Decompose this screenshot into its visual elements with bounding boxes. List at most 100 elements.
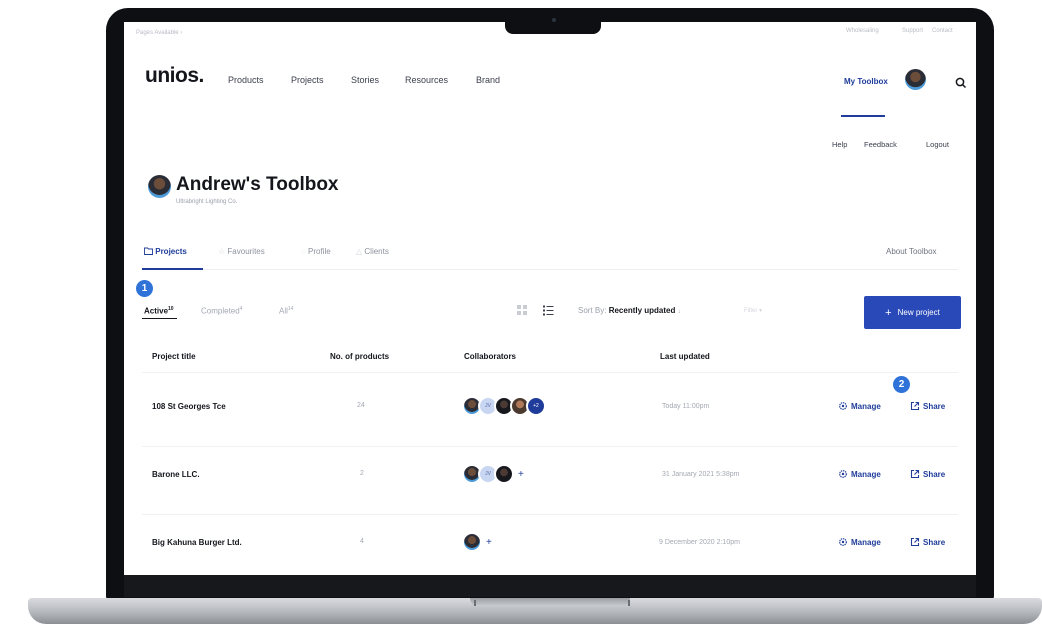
filter-completed-label: Completed bbox=[201, 306, 240, 316]
sort-value: Recently updated bbox=[608, 306, 676, 315]
filter-active[interactable]: Active10 bbox=[144, 306, 174, 316]
share-label: Share bbox=[923, 401, 946, 411]
about-toolbox-link[interactable]: About Toolbox bbox=[886, 247, 937, 256]
topbar-left-text[interactable]: Pages Available › bbox=[136, 30, 182, 36]
plus-icon: + bbox=[885, 306, 892, 319]
camera-icon bbox=[552, 18, 556, 22]
collaborator-list: JV + bbox=[462, 464, 524, 484]
table-row[interactable]: Big Kahuna Burger Ltd. 4 + 9 December 20… bbox=[124, 522, 976, 566]
row-divider bbox=[142, 446, 958, 447]
tab-favourites[interactable]: ☆ Favourites bbox=[218, 247, 265, 256]
manage-button[interactable]: Manage bbox=[838, 469, 881, 479]
col-header-updated[interactable]: Last updated bbox=[660, 352, 710, 361]
manage-label: Manage bbox=[851, 537, 881, 547]
my-toolbox-underline bbox=[841, 115, 885, 117]
share-button[interactable]: Share bbox=[910, 469, 945, 479]
tabs-divider bbox=[142, 269, 958, 270]
tab-projects-label: Projects bbox=[155, 247, 187, 256]
app-screen: Pages Available › Wholesaling Support Co… bbox=[124, 22, 976, 575]
col-header-products[interactable]: No. of products bbox=[330, 352, 389, 361]
last-updated: 31 January 2021 5:38pm bbox=[662, 471, 740, 478]
topbar-link-contact[interactable]: Contact bbox=[932, 28, 953, 34]
table-row[interactable]: Barone LLC. 2 JV + 31 January 2021 5:38p… bbox=[124, 454, 976, 498]
sort-caret-icon: ↓ bbox=[677, 309, 681, 315]
tab-favourites-label: Favourites bbox=[227, 247, 265, 256]
manage-button[interactable]: Manage bbox=[838, 401, 881, 411]
nav-stories[interactable]: Stories bbox=[351, 75, 379, 85]
laptop-groove bbox=[470, 598, 630, 606]
share-icon bbox=[910, 537, 920, 547]
filter-all-count: 14 bbox=[287, 306, 294, 312]
filter-completed[interactable]: Completed4 bbox=[201, 306, 242, 316]
laptop-chin bbox=[124, 575, 976, 597]
filter-dropdown[interactable]: Filter ▾ bbox=[744, 307, 762, 314]
project-title[interactable]: Barone LLC. bbox=[152, 470, 200, 479]
nav-projects[interactable]: Projects bbox=[291, 75, 324, 85]
row-divider bbox=[142, 514, 958, 515]
table-row[interactable]: 108 St Georges Tce 24 JV +2 Today 11:00p… bbox=[124, 386, 976, 430]
gear-icon bbox=[839, 470, 847, 478]
gear-icon bbox=[839, 402, 847, 410]
tab-profile[interactable]: ◌ Profile bbox=[301, 247, 331, 256]
product-count: 24 bbox=[357, 402, 365, 409]
tab-clients-label: Clients bbox=[364, 247, 389, 256]
share-icon bbox=[910, 401, 920, 411]
filter-active-label: Active bbox=[144, 306, 169, 316]
company-name: Ultrabright Lighting Co. bbox=[176, 199, 238, 205]
last-updated: Today 11:00pm bbox=[662, 403, 710, 410]
search-icon[interactable] bbox=[954, 76, 968, 90]
collaborator-list: JV +2 bbox=[462, 396, 546, 416]
topbar-link-support[interactable]: Support bbox=[902, 28, 923, 34]
folder-icon bbox=[144, 247, 153, 255]
collaborator-list: + bbox=[462, 532, 492, 552]
user-icon: ◌ bbox=[301, 247, 306, 256]
sort-dropdown[interactable]: Sort By: Recently updated ↓ bbox=[578, 306, 681, 315]
tab-clients[interactable]: △ Clients bbox=[356, 247, 389, 256]
project-title[interactable]: 108 St Georges Tce bbox=[152, 402, 226, 411]
share-label: Share bbox=[923, 537, 946, 547]
feedback-link[interactable]: Feedback bbox=[864, 140, 897, 149]
manage-button[interactable]: Manage bbox=[838, 537, 881, 547]
hinge-mark bbox=[474, 600, 476, 606]
tab-profile-label: Profile bbox=[308, 247, 331, 256]
gear-icon bbox=[839, 538, 847, 546]
tab-projects[interactable]: Projects bbox=[144, 247, 187, 256]
share-label: Share bbox=[923, 469, 946, 479]
tab-projects-underline bbox=[142, 268, 203, 270]
filter-active-underline bbox=[142, 318, 177, 319]
sort-label: Sort By: bbox=[578, 306, 607, 315]
share-button[interactable]: Share bbox=[910, 401, 945, 411]
nav-products[interactable]: Products bbox=[228, 75, 264, 85]
clients-icon: △ bbox=[356, 247, 363, 256]
collaborator-more[interactable]: +2 bbox=[526, 396, 546, 416]
unios-logo[interactable]: unios. bbox=[145, 64, 204, 88]
product-count: 2 bbox=[360, 470, 364, 477]
add-collaborator-button[interactable]: + bbox=[518, 469, 524, 480]
project-title[interactable]: Big Kahuna Burger Ltd. bbox=[152, 538, 242, 547]
list-view-icon[interactable] bbox=[542, 304, 554, 316]
share-button[interactable]: Share bbox=[910, 537, 945, 547]
share-icon bbox=[910, 469, 920, 479]
add-collaborator-button[interactable]: + bbox=[486, 537, 492, 548]
col-header-collaborators[interactable]: Collaborators bbox=[464, 352, 516, 361]
my-toolbox-link[interactable]: My Toolbox bbox=[844, 77, 888, 86]
col-header-title[interactable]: Project title bbox=[152, 352, 196, 361]
filter-all-label: All bbox=[279, 306, 288, 316]
nav-brand[interactable]: Brand bbox=[476, 75, 500, 85]
grid-view-icon[interactable] bbox=[516, 304, 528, 316]
nav-resources[interactable]: Resources bbox=[405, 75, 448, 85]
topbar-link-wholesaling[interactable]: Wholesaling bbox=[846, 28, 879, 34]
user-avatar[interactable] bbox=[905, 69, 926, 90]
manage-label: Manage bbox=[851, 469, 881, 479]
hinge-mark bbox=[628, 600, 630, 606]
callout-badge-1: 1 bbox=[136, 280, 153, 297]
help-link[interactable]: Help bbox=[832, 140, 847, 149]
star-icon: ☆ bbox=[218, 247, 226, 256]
logout-link[interactable]: Logout bbox=[926, 140, 949, 149]
collaborator-avatar bbox=[494, 464, 514, 484]
filter-completed-count: 4 bbox=[239, 306, 243, 312]
header-divider bbox=[142, 372, 958, 373]
new-project-button[interactable]: + New project bbox=[864, 296, 961, 329]
filter-all[interactable]: All14 bbox=[279, 306, 293, 316]
collaborator-avatar bbox=[462, 532, 482, 552]
